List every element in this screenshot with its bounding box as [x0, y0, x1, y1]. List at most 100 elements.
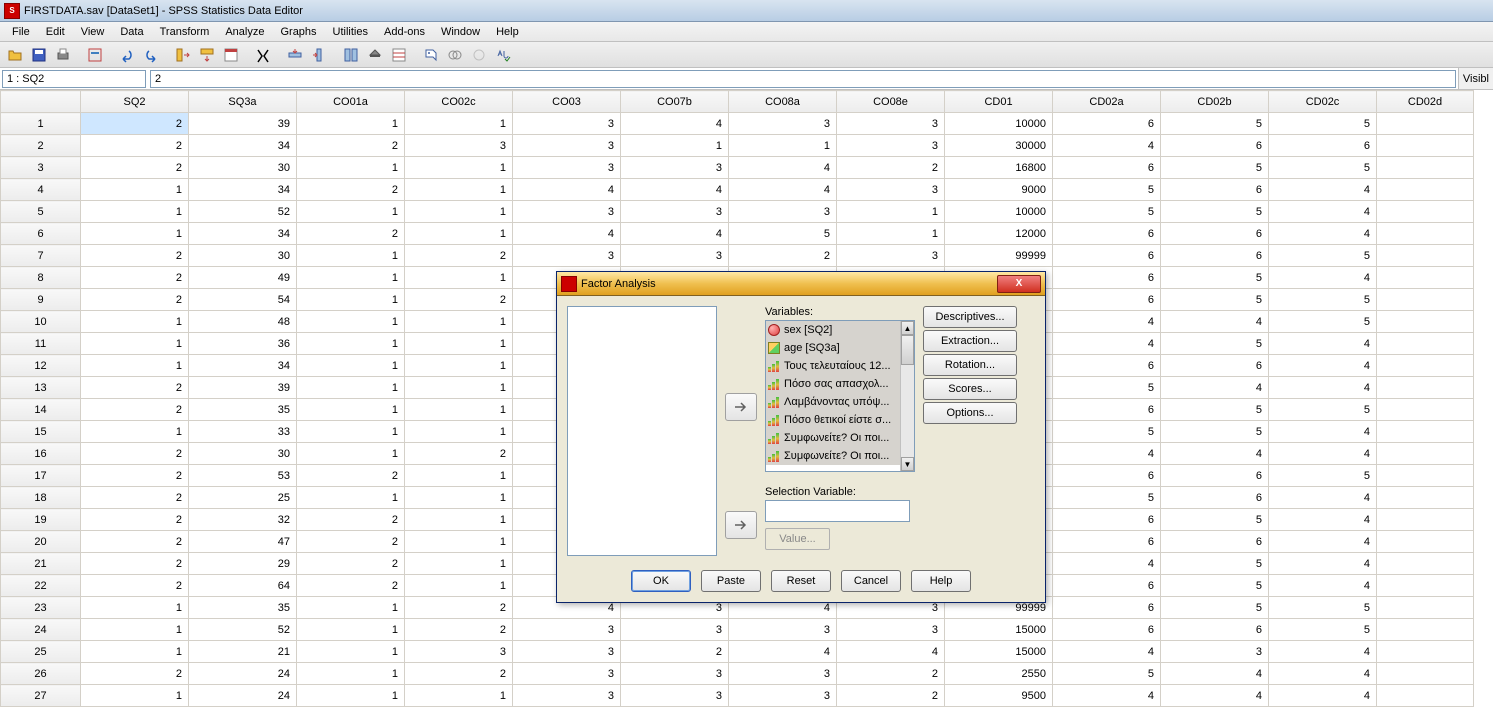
data-cell[interactable]: 4 [1269, 223, 1377, 245]
data-cell[interactable] [1377, 157, 1474, 179]
row-header[interactable]: 10 [1, 311, 81, 333]
data-cell[interactable]: 3 [729, 619, 837, 641]
data-cell[interactable]: 1 [405, 223, 513, 245]
data-cell[interactable]: 6 [1053, 509, 1161, 531]
row-header[interactable]: 27 [1, 685, 81, 707]
data-cell[interactable] [1377, 597, 1474, 619]
data-cell[interactable]: 2 [81, 487, 189, 509]
data-cell[interactable]: 33 [189, 421, 297, 443]
data-cell[interactable]: 36 [189, 333, 297, 355]
data-cell[interactable]: 1 [81, 597, 189, 619]
data-cell[interactable]: 4 [1161, 377, 1269, 399]
descriptives-button[interactable]: Descriptives... [923, 306, 1017, 328]
data-cell[interactable]: 6 [1053, 113, 1161, 135]
data-cell[interactable] [1377, 531, 1474, 553]
menu-addons[interactable]: Add-ons [376, 24, 433, 40]
data-cell[interactable]: 1 [297, 399, 405, 421]
data-cell[interactable]: 4 [513, 179, 621, 201]
data-cell[interactable]: 1 [297, 333, 405, 355]
data-cell[interactable]: 1 [297, 597, 405, 619]
data-cell[interactable]: 1 [81, 333, 189, 355]
data-cell[interactable]: 2 [81, 531, 189, 553]
variable-item[interactable]: Λαμβάνοντας υπόψ... [766, 393, 900, 411]
data-cell[interactable]: 2 [297, 179, 405, 201]
data-cell[interactable]: 3 [405, 135, 513, 157]
variables-list[interactable]: sex [SQ2]age [SQ3a]Τους τελευταίους 12..… [765, 320, 915, 472]
data-cell[interactable]: 5 [1269, 245, 1377, 267]
menu-data[interactable]: Data [112, 24, 151, 40]
data-cell[interactable] [1377, 377, 1474, 399]
data-cell[interactable]: 4 [1269, 685, 1377, 707]
column-header[interactable]: CD01 [945, 91, 1053, 113]
row-header[interactable]: 26 [1, 663, 81, 685]
data-cell[interactable]: 4 [1269, 509, 1377, 531]
data-cell[interactable]: 6 [1161, 465, 1269, 487]
data-cell[interactable]: 4 [1269, 355, 1377, 377]
data-cell[interactable]: 64 [189, 575, 297, 597]
data-cell[interactable]: 34 [189, 135, 297, 157]
data-cell[interactable]: 10000 [945, 113, 1053, 135]
row-header[interactable]: 3 [1, 157, 81, 179]
data-cell[interactable]: 1 [405, 421, 513, 443]
data-cell[interactable]: 3 [837, 619, 945, 641]
close-button[interactable]: X [997, 275, 1041, 293]
variable-item[interactable]: Τους τελευταίους 12... [766, 357, 900, 375]
data-cell[interactable] [1377, 289, 1474, 311]
data-cell[interactable]: 1 [405, 487, 513, 509]
data-cell[interactable]: 6 [1161, 179, 1269, 201]
data-cell[interactable]: 3 [513, 685, 621, 707]
data-cell[interactable]: 54 [189, 289, 297, 311]
data-cell[interactable]: 1 [297, 421, 405, 443]
data-cell[interactable] [1377, 487, 1474, 509]
data-cell[interactable] [1377, 113, 1474, 135]
data-cell[interactable]: 34 [189, 355, 297, 377]
dialog-titlebar[interactable]: Factor Analysis X [557, 272, 1045, 296]
data-cell[interactable]: 5 [1269, 289, 1377, 311]
data-cell[interactable]: 3 [513, 113, 621, 135]
data-cell[interactable] [1377, 663, 1474, 685]
data-cell[interactable]: 2 [297, 575, 405, 597]
data-cell[interactable]: 4 [729, 179, 837, 201]
data-cell[interactable]: 3 [729, 663, 837, 685]
selection-variable-input[interactable] [765, 500, 910, 522]
data-cell[interactable]: 52 [189, 201, 297, 223]
data-cell[interactable] [1377, 333, 1474, 355]
variable-item[interactable]: Συμφωνείτε? Οι ποι... [766, 429, 900, 447]
column-header[interactable]: SQ3a [189, 91, 297, 113]
data-cell[interactable]: 4 [1269, 333, 1377, 355]
data-cell[interactable]: 1 [81, 421, 189, 443]
data-cell[interactable]: 1 [405, 465, 513, 487]
goto-variable-icon[interactable] [196, 44, 218, 66]
data-cell[interactable]: 5 [1269, 113, 1377, 135]
data-cell[interactable]: 3 [621, 619, 729, 641]
data-cell[interactable]: 5 [1053, 179, 1161, 201]
data-cell[interactable]: 6 [1053, 575, 1161, 597]
data-cell[interactable]: 2 [81, 289, 189, 311]
print-icon[interactable] [52, 44, 74, 66]
data-cell[interactable]: 6 [1053, 399, 1161, 421]
dialog-recall-icon[interactable] [84, 44, 106, 66]
data-cell[interactable]: 1 [297, 157, 405, 179]
data-cell[interactable]: 34 [189, 223, 297, 245]
data-cell[interactable]: 3 [513, 135, 621, 157]
row-header[interactable]: 23 [1, 597, 81, 619]
data-cell[interactable]: 5 [1269, 465, 1377, 487]
data-cell[interactable]: 16800 [945, 157, 1053, 179]
data-cell[interactable]: 3 [513, 663, 621, 685]
data-cell[interactable]: 3 [621, 245, 729, 267]
data-cell[interactable]: 1 [297, 355, 405, 377]
data-cell[interactable]: 49 [189, 267, 297, 289]
row-header[interactable]: 20 [1, 531, 81, 553]
data-cell[interactable] [1377, 641, 1474, 663]
data-cell[interactable]: 2 [297, 465, 405, 487]
row-header[interactable]: 18 [1, 487, 81, 509]
data-cell[interactable]: 1 [297, 201, 405, 223]
data-cell[interactable]: 1 [297, 289, 405, 311]
data-cell[interactable]: 1 [405, 201, 513, 223]
data-cell[interactable]: 2 [405, 289, 513, 311]
column-header[interactable]: CO08e [837, 91, 945, 113]
data-cell[interactable]: 2 [81, 663, 189, 685]
data-cell[interactable]: 4 [621, 113, 729, 135]
grid-corner[interactable] [1, 91, 81, 113]
insert-variable-icon[interactable] [308, 44, 330, 66]
